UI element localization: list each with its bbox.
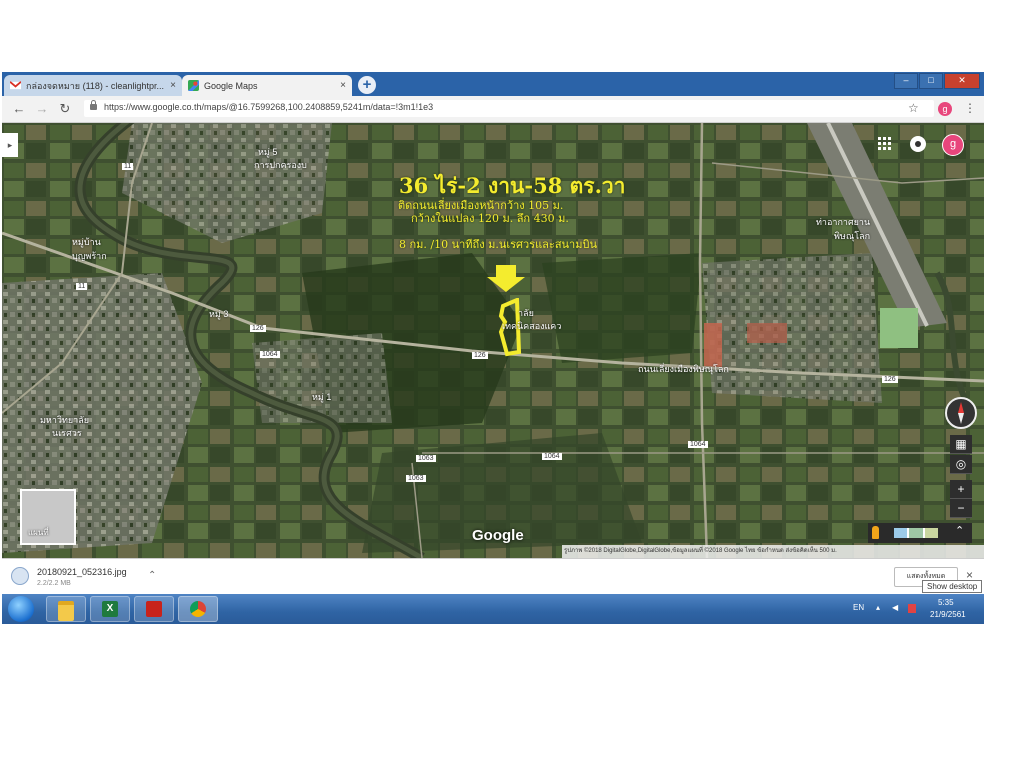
explorer-icon	[58, 601, 74, 621]
zoom-out-button[interactable]: −	[950, 499, 972, 518]
imagery-thumbnails[interactable]	[894, 528, 938, 538]
tab-close-button[interactable]: ×	[170, 80, 176, 91]
route-shield: 1063	[406, 475, 426, 482]
compass-icon[interactable]	[945, 397, 977, 429]
google-maps-icon	[188, 80, 199, 91]
reload-icon[interactable]: ↻	[56, 100, 74, 118]
chrome-icon	[190, 601, 206, 617]
place-label-college-b[interactable]: เทคนิคสองแคว	[502, 319, 561, 333]
show-desktop-tooltip: Show desktop	[922, 580, 983, 593]
maximize-button[interactable]: □	[919, 73, 943, 89]
profile-avatar[interactable]: g	[942, 134, 964, 156]
notifications-icon[interactable]	[910, 136, 926, 152]
tab-close-button[interactable]: ×	[340, 80, 346, 91]
route-shield: 11	[76, 283, 88, 290]
tab-title: Google Maps	[204, 80, 258, 91]
tilt-view-button[interactable]: ▦	[950, 435, 972, 454]
clock-date[interactable]: 21/9/2561	[930, 610, 966, 619]
apps-grid-icon[interactable]	[878, 137, 892, 151]
route-shield: 11	[122, 163, 134, 170]
tab-title: กล่องจดหมาย (118) - cleanlightpr...	[26, 80, 164, 91]
place-label-moo1[interactable]: หมู่ 1	[312, 390, 331, 404]
language-indicator[interactable]: EN	[853, 603, 864, 612]
browser-toolbar: ← → ↻ https://www.google.co.th/maps/@16.…	[2, 96, 984, 123]
pegman-icon[interactable]	[872, 526, 879, 539]
windows-taskbar: X EN ▴ ◀ 5:35 21/9/2561	[2, 594, 984, 624]
annotation-line-2: กว้างในแปลง 120 ม. ลึก 430 ม.	[411, 212, 569, 225]
gmail-icon	[10, 81, 21, 90]
place-label-university[interactable]: มหาวิทยาลัย	[40, 413, 89, 427]
down-arrow-icon	[487, 265, 525, 292]
map-layers-toggle[interactable]: แผนที่	[20, 489, 76, 545]
lock-icon	[90, 100, 97, 110]
new-tab-button[interactable]: +	[358, 76, 376, 94]
volume-icon[interactable]: ◀	[892, 603, 898, 612]
place-label-moo5[interactable]: หมู่ 5	[258, 145, 277, 159]
zoom-in-button[interactable]: +	[950, 480, 972, 499]
tab-gmail[interactable]: กล่องจดหมาย (118) - cleanlightpr... ×	[4, 75, 182, 96]
expand-icon[interactable]: ⌃	[955, 524, 964, 537]
route-shield: 1064	[688, 441, 708, 448]
place-label-bunphrak[interactable]: บุญพร้าก	[72, 249, 107, 263]
place-label-airport[interactable]: ท่าอากาศยาน	[816, 215, 870, 229]
map-attribution[interactable]: รูปภาพ ©2018 DigitalGlobe,DigitalGlobe,ข…	[562, 545, 984, 558]
taskbar-chrome[interactable]	[178, 596, 218, 622]
screenshot-window: กล่องจดหมาย (118) - cleanlightpr... × Go…	[2, 72, 984, 624]
minimize-button[interactable]: –	[894, 73, 918, 89]
route-shield: 126	[250, 325, 266, 332]
place-label-phitsanulok[interactable]: พิษณุโลก	[834, 229, 870, 243]
satellite-map[interactable]: ▸ g 36 ไร่-2 งาน-58 ตร.วา ติดถนนเลี่ยงเม…	[2, 123, 984, 558]
download-size: 2.2/2.2 MB	[37, 580, 71, 587]
taskbar-acrobat[interactable]	[134, 596, 174, 622]
route-shield: 126	[472, 352, 488, 359]
close-window-button[interactable]: ✕	[944, 73, 980, 89]
side-panel-toggle[interactable]: ▸	[2, 133, 18, 157]
bookmark-star-icon[interactable]: ☆	[908, 101, 919, 115]
route-shield: 1063	[416, 455, 436, 462]
url-text: https://www.google.co.th/maps/@16.759926…	[104, 102, 434, 112]
place-label-moo3[interactable]: หมู่ 3	[209, 307, 228, 321]
place-label-admin[interactable]: การปกครองบ	[254, 158, 307, 172]
image-file-icon	[11, 567, 29, 585]
chevron-up-icon[interactable]: ⌃	[148, 570, 156, 581]
network-icon[interactable]	[908, 604, 916, 613]
place-label-college-a[interactable]: าลัย	[518, 306, 534, 320]
tab-google-maps[interactable]: Google Maps ×	[182, 75, 352, 96]
forward-icon[interactable]: →	[33, 100, 51, 118]
route-shield: 1064	[542, 453, 562, 460]
annotation-line-3: 8 กม. /10 นาทีถึง ม.นเรศวรและสนามบิน	[399, 238, 597, 251]
route-shield: 1064	[260, 351, 280, 358]
profile-avatar[interactable]: g	[938, 102, 952, 116]
route-shield: 126	[882, 376, 898, 383]
excel-icon: X	[102, 601, 118, 617]
download-filename[interactable]: 20180921_052316.jpg	[37, 567, 127, 577]
taskbar-explorer[interactable]	[46, 596, 86, 622]
clock-time[interactable]: 5:35	[938, 598, 954, 607]
start-button-icon[interactable]	[8, 596, 34, 622]
taskbar-excel[interactable]: X	[90, 596, 130, 622]
my-location-icon[interactable]: ◎	[950, 455, 972, 474]
back-icon[interactable]: ←	[10, 100, 28, 118]
acrobat-icon	[146, 601, 162, 617]
window-controls: – □ ✕	[893, 73, 980, 89]
layers-label: แผนที่	[28, 528, 49, 537]
place-label-naresuan[interactable]: นเรศวร	[52, 426, 82, 440]
download-bar: 20180921_052316.jpg 2.2/2.2 MB ⌃ แสดงทั้…	[2, 558, 984, 595]
address-bar[interactable]: https://www.google.co.th/maps/@16.759926…	[84, 100, 934, 117]
tab-strip: กล่องจดหมาย (118) - cleanlightpr... × Go…	[2, 72, 984, 96]
tray-expand-icon[interactable]: ▴	[876, 603, 880, 612]
place-label-bypass-road[interactable]: ถนนเลี่ยงเมืองพิษณุโลก	[638, 362, 729, 376]
menu-kebab-icon[interactable]: ⋮	[964, 101, 976, 115]
google-logo: Google	[472, 527, 524, 544]
place-label-village[interactable]: หมู่บ้าน	[72, 235, 101, 249]
